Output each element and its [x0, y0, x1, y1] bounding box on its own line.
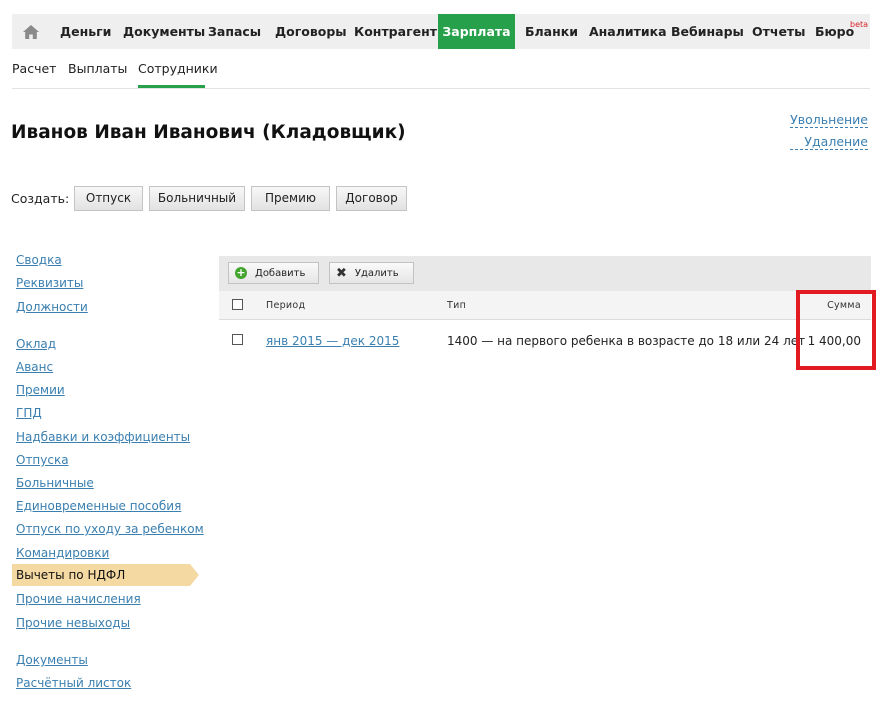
delete-link[interactable]: Удаление — [790, 134, 868, 150]
sidebar-item-other-accruals[interactable]: Прочие начисления — [16, 592, 141, 606]
delete-button[interactable]: ✖ Удалить — [329, 262, 414, 284]
create-vacation-button[interactable]: Отпуск — [74, 186, 143, 211]
page-title: Иванов Иван Иванович (Кладовщик) — [11, 122, 406, 143]
home-icon — [23, 24, 39, 39]
column-period[interactable]: Период — [266, 300, 305, 311]
sidebar-item-details[interactable]: Реквизиты — [16, 276, 83, 290]
create-contract-button[interactable]: Договор — [336, 186, 407, 211]
nav-webinars[interactable]: Вебинары — [671, 14, 744, 49]
nav-stock[interactable]: Запасы — [208, 14, 261, 49]
table-toolbar: + Добавить ✖ Удалить — [219, 256, 871, 291]
create-label: Создать: — [11, 191, 70, 206]
column-type[interactable]: Тип — [447, 300, 466, 311]
sidebar-item-other-absences[interactable]: Прочие невыходы — [16, 616, 130, 630]
sub-nav: Расчет Выплаты Сотрудники — [12, 52, 870, 89]
sidebar-item-bonuses[interactable]: Премии — [16, 383, 65, 397]
row-period-link[interactable]: янв 2015 — дек 2015 — [266, 334, 399, 348]
plus-icon: + — [235, 266, 247, 279]
nav-reports[interactable]: Отчеты — [752, 14, 805, 49]
row-checkbox[interactable] — [232, 334, 243, 345]
nav-money[interactable]: Деньги — [60, 14, 111, 49]
nav-counterparties[interactable]: Контрагенты — [354, 14, 448, 49]
amount-highlight-frame — [796, 290, 876, 370]
select-all-checkbox[interactable] — [232, 299, 243, 310]
subnav-employees[interactable]: Сотрудники — [138, 61, 218, 88]
nav-contracts[interactable]: Договоры — [275, 14, 347, 49]
row-type: 1400 — на первого ребенка в возрасте до … — [447, 334, 806, 348]
home-button[interactable] — [12, 14, 50, 49]
sidebar-item-parental-leave[interactable]: Отпуск по уходу за ребенком — [16, 522, 204, 536]
nav-salary[interactable]: Зарплата — [438, 14, 515, 49]
sidebar-item-allowances[interactable]: Надбавки и коэффициенты — [16, 430, 190, 444]
close-icon: ✖ — [336, 265, 347, 281]
subnav-calculation[interactable]: Расчет — [12, 61, 56, 88]
table-row: янв 2015 — дек 2015 1400 — на первого ре… — [219, 320, 871, 364]
sidebar-item-documents[interactable]: Документы — [16, 653, 88, 667]
beta-badge: beta — [850, 20, 869, 29]
sidebar-item-advance[interactable]: Аванс — [16, 360, 53, 374]
create-sick-leave-button[interactable]: Больничный — [149, 186, 245, 211]
nav-documents[interactable]: Документы — [123, 14, 205, 49]
dismiss-link[interactable]: Увольнение — [790, 112, 868, 128]
table-header: Период Тип Сумма — [219, 291, 871, 320]
sidebar-item-positions[interactable]: Должности — [16, 300, 88, 314]
sidebar-item-summary[interactable]: Сводка — [16, 253, 62, 267]
delete-button-label: Удалить — [354, 267, 399, 279]
sidebar-item-tax-deductions[interactable]: Вычеты по НДФЛ — [12, 564, 199, 586]
nav-forms[interactable]: Бланки — [525, 14, 578, 49]
sidebar-item-gpd[interactable]: ГПД — [16, 406, 42, 420]
subnav-payments[interactable]: Выплаты — [68, 61, 127, 88]
sidebar-item-payslip[interactable]: Расчётный листок — [16, 676, 131, 690]
nav-bureau[interactable]: Бюро — [815, 14, 854, 49]
sidebar-item-vacations[interactable]: Отпуска — [16, 453, 69, 467]
sidebar-item-salary[interactable]: Оклад — [16, 337, 56, 351]
sidebar-item-label: Вычеты по НДФЛ — [16, 568, 126, 582]
employee-actions: Увольнение Удаление — [790, 112, 868, 156]
nav-analytics[interactable]: Аналитика — [589, 14, 667, 49]
add-button[interactable]: + Добавить — [228, 262, 319, 284]
add-button-label: Добавить — [255, 267, 306, 279]
sidebar-item-sick-leaves[interactable]: Больничные — [16, 476, 94, 490]
main-nav: Деньги Документы Запасы Договоры Контраг… — [12, 14, 870, 49]
sidebar-item-business-trips[interactable]: Командировки — [16, 546, 109, 560]
sidebar-item-one-time-benefits[interactable]: Единовременные пособия — [16, 499, 181, 513]
create-bonus-button[interactable]: Премию — [251, 186, 330, 211]
